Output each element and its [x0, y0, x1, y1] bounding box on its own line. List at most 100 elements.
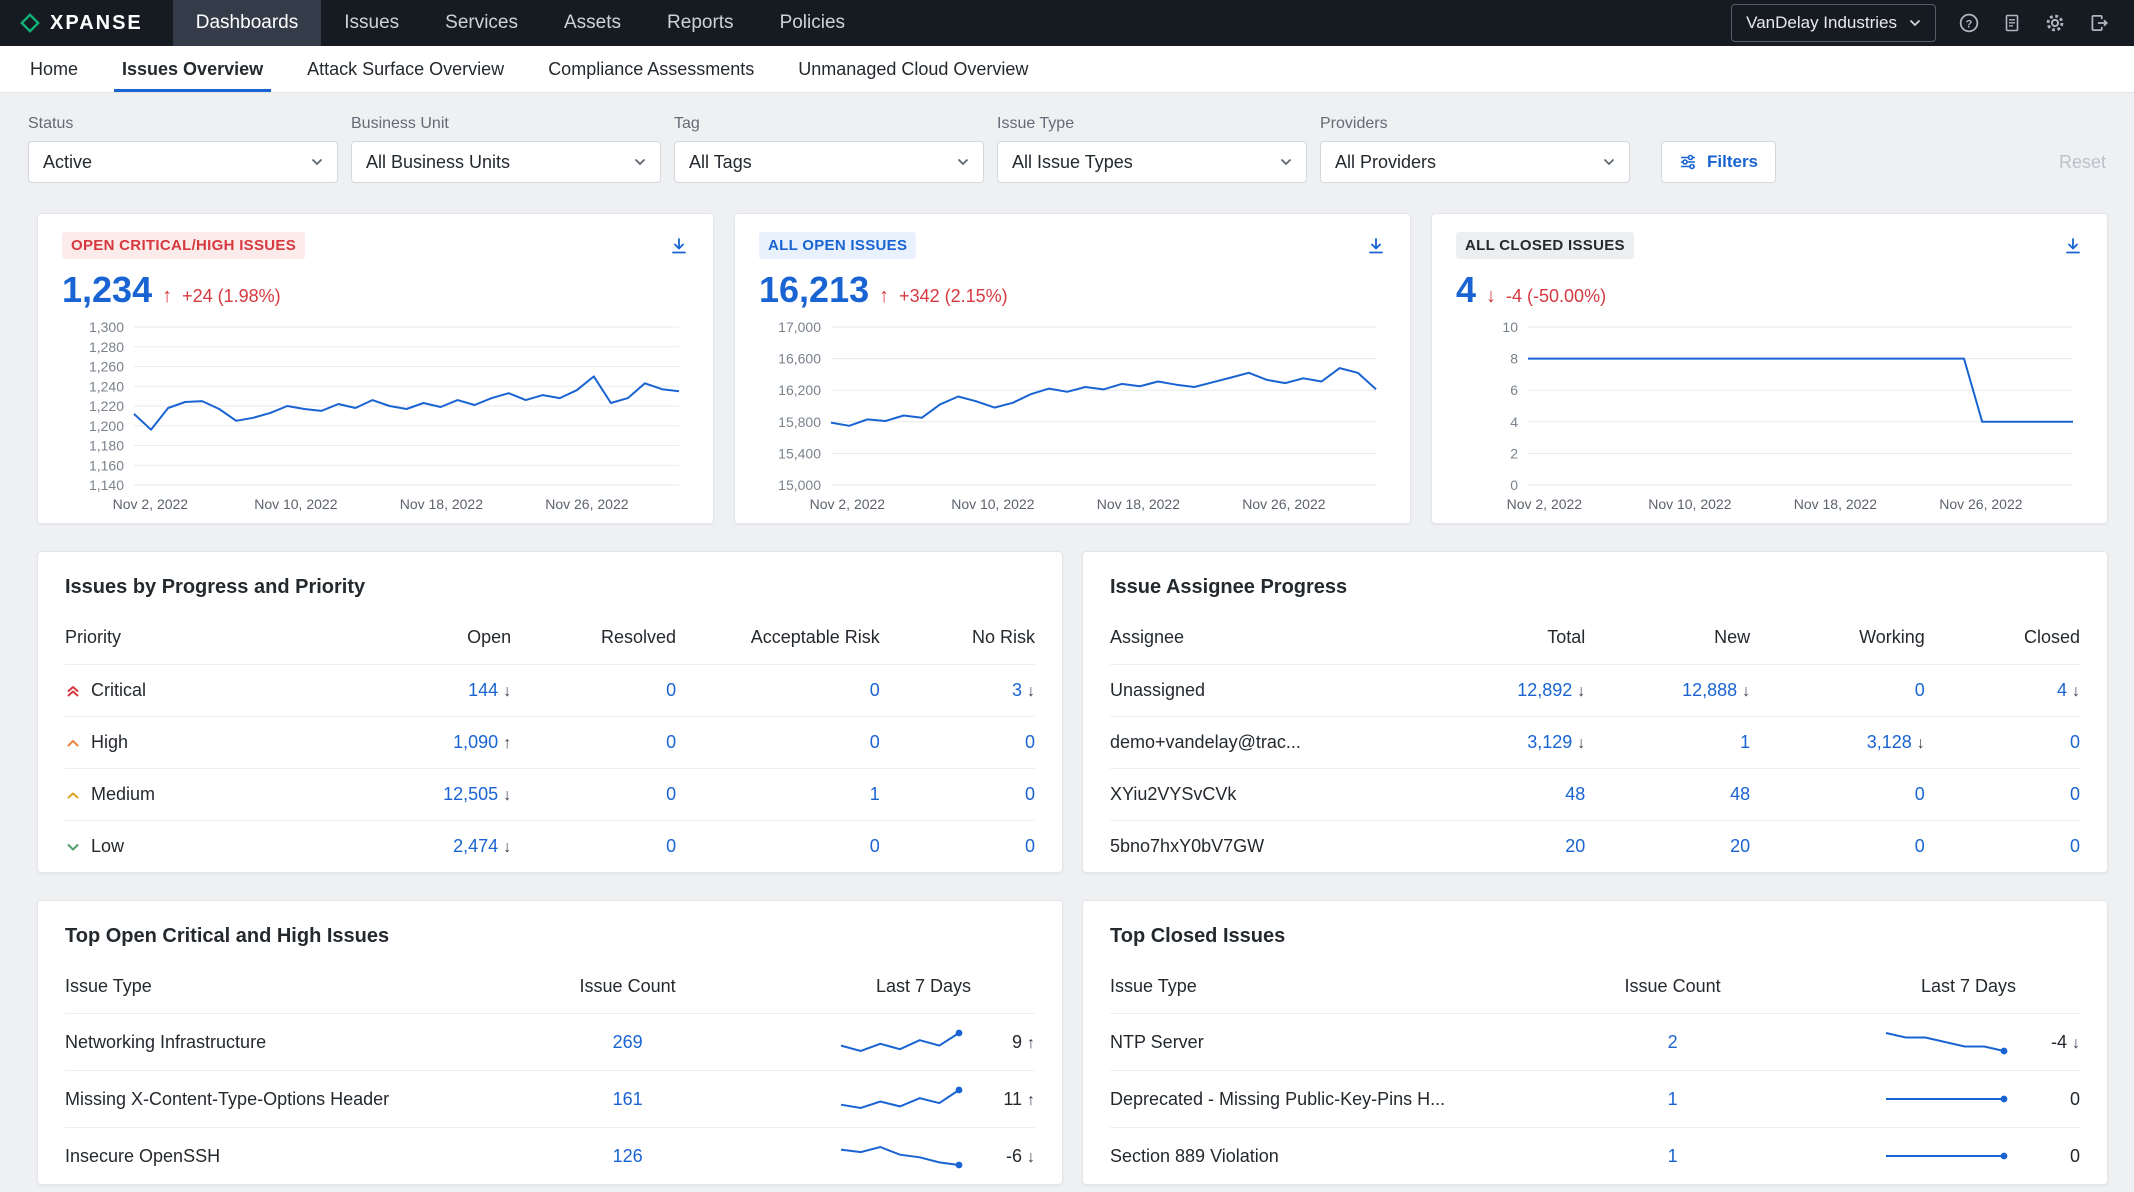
download-icon[interactable] [669, 236, 689, 256]
nav-item-policies[interactable]: Policies [757, 0, 868, 46]
svg-text:6: 6 [1510, 382, 1518, 398]
open-count-link[interactable]: 12,505 [443, 784, 498, 804]
kpi-value[interactable]: 1,234 [62, 269, 152, 311]
working-count-link[interactable]: 3,128 [1867, 732, 1912, 752]
business-unit-select[interactable]: All Business Units [351, 141, 661, 183]
new-count-link[interactable]: 48 [1730, 784, 1750, 804]
total-count-link[interactable]: 12,892 [1517, 680, 1572, 700]
column-header-issue-count[interactable]: Issue Count [511, 968, 744, 1014]
working-count-link[interactable]: 0 [1915, 784, 1925, 804]
resolved-count-link[interactable]: 0 [666, 836, 676, 856]
column-header-no-risk[interactable]: No Risk [880, 619, 1035, 665]
acceptable-risk-count-link[interactable]: 0 [870, 732, 880, 752]
nav-item-dashboards[interactable]: Dashboards [173, 0, 321, 46]
issue-count-link[interactable]: 1 [1668, 1146, 1678, 1166]
status-select[interactable]: Active [28, 141, 338, 183]
kpi-delta: -4 (-50.00%) [1506, 286, 1606, 307]
acceptable-risk-count-link[interactable]: 1 [870, 784, 880, 804]
issue-count-link[interactable]: 1 [1668, 1089, 1678, 1109]
closed-count-link[interactable]: 0 [2070, 732, 2080, 752]
primary-nav: Dashboards Issues Services Assets Report… [173, 0, 868, 46]
reset-button[interactable]: Reset [2059, 141, 2106, 183]
sparkline-chart [1882, 1143, 2008, 1169]
column-header-assignee[interactable]: Assignee [1110, 619, 1420, 665]
table-row: Unassigned 12,892↓ 12,888↓ 0 4↓ [1110, 665, 2080, 717]
kpi-value[interactable]: 4 [1456, 269, 1476, 311]
acceptable-risk-count-link[interactable]: 0 [870, 836, 880, 856]
open-count-link[interactable]: 144 [468, 680, 498, 700]
column-header-acceptable-risk[interactable]: Acceptable Risk [676, 619, 880, 665]
delta-value: 9 [1012, 1032, 1022, 1052]
top-closed-issues-table: Issue Type Issue Count Last 7 Days NTP S… [1110, 968, 2080, 1184]
nav-item-assets[interactable]: Assets [541, 0, 644, 46]
kpi-value[interactable]: 16,213 [759, 269, 869, 311]
no-risk-count-link[interactable]: 0 [1025, 784, 1035, 804]
column-header-issue-count[interactable]: Issue Count [1556, 968, 1789, 1014]
column-header-issue-type[interactable]: Issue Type [65, 968, 511, 1014]
chevron-down-icon [1280, 158, 1292, 166]
new-count-link[interactable]: 12,888 [1682, 680, 1737, 700]
total-count-link[interactable]: 48 [1565, 784, 1585, 804]
working-count-link[interactable]: 0 [1915, 836, 1925, 856]
providers-select[interactable]: All Providers [1320, 141, 1630, 183]
issue-count-link[interactable]: 269 [613, 1032, 643, 1052]
issues-by-progress-table: Priority Open Resolved Acceptable Risk N… [65, 619, 1035, 872]
resolved-count-link[interactable]: 0 [666, 732, 676, 752]
no-risk-count-link[interactable]: 0 [1025, 732, 1035, 752]
open-count-link[interactable]: 2,474 [453, 836, 498, 856]
closed-count-link[interactable]: 4 [2057, 680, 2067, 700]
sparkline-chart [1882, 1086, 2008, 1112]
issue-count-link[interactable]: 161 [613, 1089, 643, 1109]
priority-label: Critical [91, 680, 146, 701]
tab-unmanaged-cloud-overview[interactable]: Unmanaged Cloud Overview [776, 46, 1050, 92]
column-header-issue-type[interactable]: Issue Type [1110, 968, 1556, 1014]
sign-out-button[interactable] [2088, 12, 2110, 34]
notes-button[interactable] [2002, 12, 2022, 34]
resolved-count-link[interactable]: 0 [666, 680, 676, 700]
tab-issues-overview[interactable]: Issues Overview [100, 46, 285, 92]
no-risk-count-link[interactable]: 0 [1025, 836, 1035, 856]
column-header-new[interactable]: New [1585, 619, 1750, 665]
closed-count-link[interactable]: 0 [2070, 836, 2080, 856]
trend-down-icon: ↓ [1486, 285, 1496, 308]
closed-count-link[interactable]: 0 [2070, 784, 2080, 804]
column-header-last-7-days[interactable]: Last 7 Days [744, 968, 1035, 1014]
column-header-closed[interactable]: Closed [1925, 619, 2080, 665]
total-count-link[interactable]: 3,129 [1527, 732, 1572, 752]
tab-attack-surface-overview[interactable]: Attack Surface Overview [285, 46, 526, 92]
nav-item-issues[interactable]: Issues [321, 0, 422, 46]
working-count-link[interactable]: 0 [1915, 680, 1925, 700]
tab-compliance-assessments[interactable]: Compliance Assessments [526, 46, 776, 92]
issue-type-select-value: All Issue Types [1012, 152, 1133, 173]
svg-text:1,160: 1,160 [89, 457, 124, 473]
tab-home[interactable]: Home [8, 46, 100, 92]
nav-item-reports[interactable]: Reports [644, 0, 757, 46]
column-header-resolved[interactable]: Resolved [511, 619, 676, 665]
issue-type-select[interactable]: All Issue Types [997, 141, 1307, 183]
issue-count-link[interactable]: 2 [1668, 1032, 1678, 1052]
brand: XPANSE [0, 0, 173, 46]
settings-button[interactable] [2044, 12, 2066, 34]
acceptable-risk-count-link[interactable]: 0 [870, 680, 880, 700]
column-header-priority[interactable]: Priority [65, 619, 337, 665]
nav-item-services[interactable]: Services [422, 0, 541, 46]
issue-count-link[interactable]: 126 [613, 1146, 643, 1166]
new-count-link[interactable]: 1 [1740, 732, 1750, 752]
filters-button[interactable]: Filters [1661, 141, 1776, 183]
help-button[interactable]: ? [1958, 12, 1980, 34]
tag-select[interactable]: All Tags [674, 141, 984, 183]
download-icon[interactable] [1366, 236, 1386, 256]
no-risk-count-link[interactable]: 3 [1012, 680, 1022, 700]
account-menu-button[interactable]: VanDelay Industries [1731, 4, 1936, 42]
column-header-open[interactable]: Open [337, 619, 512, 665]
card-title: Issues by Progress and Priority [38, 552, 1062, 619]
column-header-total[interactable]: Total [1420, 619, 1585, 665]
delta-value: 0 [2070, 1146, 2080, 1166]
column-header-working[interactable]: Working [1750, 619, 1925, 665]
open-count-link[interactable]: 1,090 [453, 732, 498, 752]
column-header-last-7-days[interactable]: Last 7 Days [1789, 968, 2080, 1014]
resolved-count-link[interactable]: 0 [666, 784, 676, 804]
total-count-link[interactable]: 20 [1565, 836, 1585, 856]
new-count-link[interactable]: 20 [1730, 836, 1750, 856]
download-icon[interactable] [2063, 236, 2083, 256]
